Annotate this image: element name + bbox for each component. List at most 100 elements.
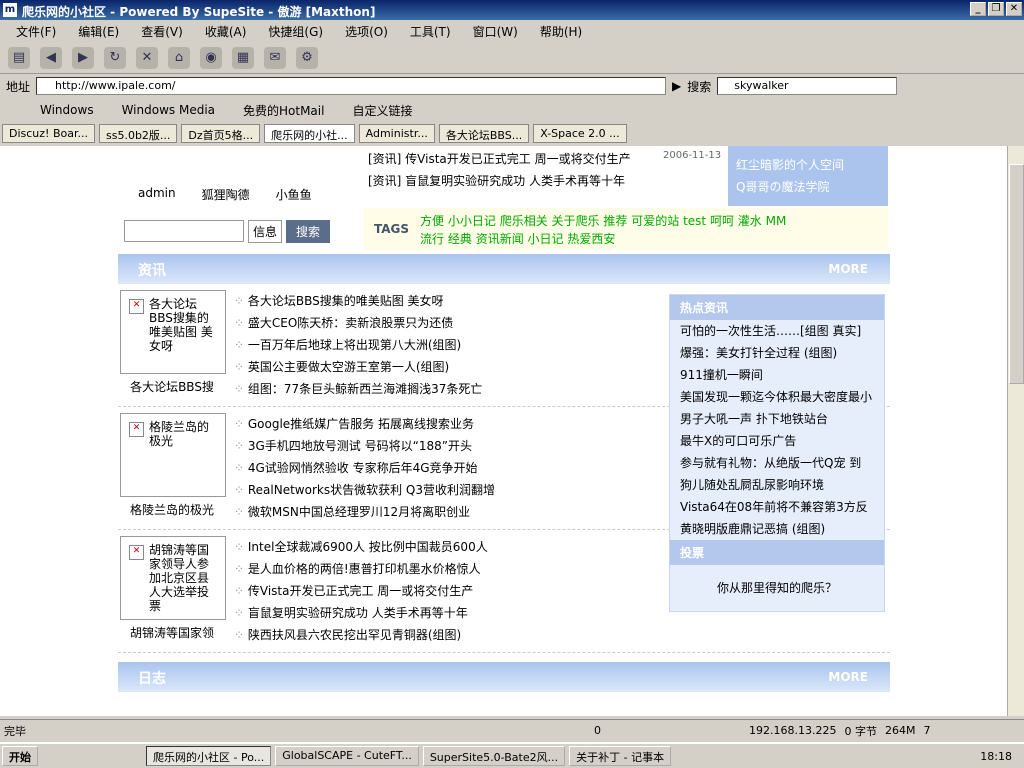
tag[interactable]: 流行 — [420, 232, 444, 246]
restore-button[interactable]: ❐ — [988, 2, 1004, 16]
tab-active[interactable]: 爬乐网的小社... — [264, 124, 355, 143]
task-item[interactable]: 爬乐网的小社区 - Po... — [146, 746, 272, 766]
tab[interactable]: Administr... — [358, 124, 435, 143]
news-link[interactable]: 各大论坛BBS搜集的唯美贴图 美女呀 — [234, 290, 482, 312]
news-link[interactable]: 4G试验网悄然验收 专家称后年4G竞争开始 — [234, 457, 495, 479]
tab[interactable]: Dz首页5格... — [181, 124, 261, 143]
hot-link[interactable]: 狗儿随处乱屙乱尿影响环境 — [670, 474, 884, 496]
menu-file[interactable]: 文件(F) — [16, 23, 56, 40]
tag[interactable]: 小日记 — [528, 232, 564, 246]
hot-link[interactable]: 男子大吼一声 扑下地铁站台 — [670, 408, 884, 430]
user-admin[interactable]: admin — [138, 186, 176, 203]
scrollbar[interactable] — [1007, 146, 1024, 716]
tag[interactable]: 资讯新闻 — [476, 232, 524, 246]
start-button[interactable]: 开始 — [2, 746, 38, 766]
news-link[interactable]: Intel全球裁减6900人 按比例中国裁员600人 — [234, 536, 488, 558]
close-button[interactable]: ✕ — [1006, 2, 1022, 16]
forward-icon[interactable]: ▶ — [72, 46, 94, 69]
tag[interactable]: 爬乐相关 — [500, 214, 548, 228]
tag[interactable]: 呵呵 — [710, 214, 734, 228]
minimize-button[interactable]: _ — [970, 2, 986, 16]
task-item[interactable]: 关于补丁 - 记事本 — [569, 746, 672, 766]
tab[interactable]: ss5.0b2版... — [98, 124, 178, 143]
news-link[interactable]: 3G手机四地放号测试 号码将以“188”开头 — [234, 435, 495, 457]
tag[interactable]: 灌水 — [738, 214, 762, 228]
thumb-image[interactable]: 胡锦涛等国家领导人参加北京区县人大选举投票 — [120, 536, 226, 620]
vote-question[interactable]: 你从那里得知的爬乐？ — [670, 565, 884, 611]
news-link[interactable]: Google推纸媒广告服务 拓展离线搜索业务 — [234, 413, 495, 435]
thumb-caption[interactable]: 各大论坛BBS搜 — [118, 378, 226, 395]
space-link[interactable]: Q哥哥の魔法学院 — [736, 176, 880, 198]
fav-hotmail[interactable]: 免费的HotMail — [243, 102, 324, 119]
tag[interactable]: 经典 — [448, 232, 472, 246]
open-icon[interactable]: ▤ — [8, 46, 30, 69]
news-link[interactable]: 英国公主要做太空游王室第一人(组图) — [234, 356, 482, 378]
menu-edit[interactable]: 编辑(E) — [78, 23, 119, 40]
go-icon[interactable]: ▶ — [672, 79, 681, 93]
tag[interactable]: MM — [766, 214, 787, 228]
search-select[interactable]: 信息 — [248, 220, 283, 243]
tab[interactable]: X-Space 2.0 ... — [533, 124, 627, 143]
news-link[interactable]: 一百万年后地球上将出现第八大洲(组图) — [234, 334, 482, 356]
hot-link[interactable]: 911撞机一瞬间 — [670, 364, 884, 386]
menu-window[interactable]: 窗口(W) — [473, 23, 518, 40]
globe-icon[interactable]: ◉ — [200, 46, 222, 69]
stop-icon[interactable]: ✕ — [136, 46, 158, 69]
tools-icon[interactable]: ⚙ — [296, 46, 318, 69]
more-link[interactable]: MORE — [828, 670, 868, 684]
scroll-thumb[interactable] — [1009, 164, 1024, 384]
tag[interactable]: 方便 — [420, 214, 444, 228]
fav-windows[interactable]: Windows — [40, 103, 94, 117]
user-fox[interactable]: 狐狸陶德 — [202, 186, 250, 203]
fav-custom[interactable]: 自定义链接 — [352, 102, 412, 119]
menu-view[interactable]: 查看(V) — [141, 23, 183, 40]
hot-link[interactable]: 黄晓明版鹿鼎记恶搞 (组图) — [670, 518, 884, 540]
tag[interactable]: 推荐 — [603, 214, 627, 228]
menu-help[interactable]: 帮助(H) — [540, 23, 582, 40]
task-item[interactable]: SuperSite5.0-Bate2风... — [422, 746, 566, 766]
news-link[interactable]: 组图：77条巨头鲸新西兰海滩搁浅37条死亡 — [234, 378, 483, 400]
mail-icon[interactable]: ✉ — [264, 46, 286, 69]
top-news-item[interactable]: [资讯] 传Vista开发已正式完工 周一或将交付生产 — [368, 148, 631, 170]
tab[interactable]: Discuz! Boar... — [2, 124, 95, 143]
tag[interactable]: 热爱西安 — [567, 232, 615, 246]
fav-windows-media[interactable]: Windows Media — [122, 103, 215, 117]
news-link[interactable]: 微软MSN中国总经理罗川12月将离职创业 — [234, 501, 495, 523]
tag[interactable]: 关于爬乐 — [552, 214, 600, 228]
thumb-caption[interactable]: 格陵兰岛的极光 — [118, 501, 226, 518]
tag[interactable]: 小小日记 — [448, 214, 496, 228]
thumb-caption[interactable]: 胡锦涛等国家领 — [118, 624, 226, 641]
top-news-item[interactable]: [资讯] 盲鼠复明实验研究成功 人类手术再等十年 — [368, 170, 631, 192]
news-link[interactable]: 盛大CEO陈天桥：卖新浪股票只为还债 — [234, 312, 482, 334]
task-item[interactable]: GlobalSCAPE - CuteFT... — [275, 746, 419, 766]
thumb-image[interactable]: 格陵兰岛的极光 — [120, 413, 226, 497]
news-link[interactable]: 是人血价格的两倍!惠普打印机墨水价格惊人 — [234, 558, 488, 580]
site-search-button[interactable]: 搜索 — [286, 220, 331, 243]
refresh-icon[interactable]: ↻ — [104, 46, 126, 69]
hot-link[interactable]: 参与就有礼物：从绝版一代Q宠 到 — [670, 452, 884, 474]
more-link[interactable]: MORE — [828, 262, 868, 276]
news-link[interactable]: RealNetworks状告微软获利 Q3营收利润翻增 — [234, 479, 495, 501]
news-link[interactable]: 传Vista开发已正式完工 周一或将交付生产 — [234, 580, 488, 602]
menu-tools[interactable]: 工具(T) — [410, 23, 451, 40]
news-link[interactable]: 陕西扶风县六农民挖出罕见青铜器(组图) — [234, 624, 488, 646]
hot-link[interactable]: Vista64在08年前将不兼容第3方反 — [670, 496, 884, 518]
tag[interactable]: 可爱的站 — [631, 214, 679, 228]
hot-link[interactable]: 爆强：美女打针全过程 (组图) — [670, 342, 884, 364]
site-search-input[interactable] — [124, 220, 244, 242]
tag[interactable]: test — [683, 214, 706, 228]
address-input[interactable]: http://www.ipale.com/ — [36, 77, 667, 95]
tab[interactable]: 各大论坛BBS... — [438, 124, 530, 143]
print-icon[interactable]: ▦ — [232, 46, 254, 69]
space-link[interactable]: 红尘暗影的个人空间 — [736, 154, 880, 176]
user-fish[interactable]: 小鱼鱼 — [276, 186, 312, 203]
news-link[interactable]: 盲鼠复明实验研究成功 人类手术再等十年 — [234, 602, 488, 624]
menu-favorites[interactable]: 收藏(A) — [205, 23, 247, 40]
menu-options[interactable]: 选项(O) — [345, 23, 388, 40]
back-icon[interactable]: ◀ — [40, 46, 62, 69]
hot-link[interactable]: 美国发现一颗迄今体积最大密度最小 — [670, 386, 884, 408]
search-input[interactable]: skywalker — [717, 77, 898, 95]
menu-groups[interactable]: 快捷组(G) — [268, 23, 323, 40]
home-icon[interactable]: ⌂ — [168, 46, 190, 69]
hot-link[interactable]: 可怕的一次性生活……[组图 真实] — [670, 320, 884, 342]
